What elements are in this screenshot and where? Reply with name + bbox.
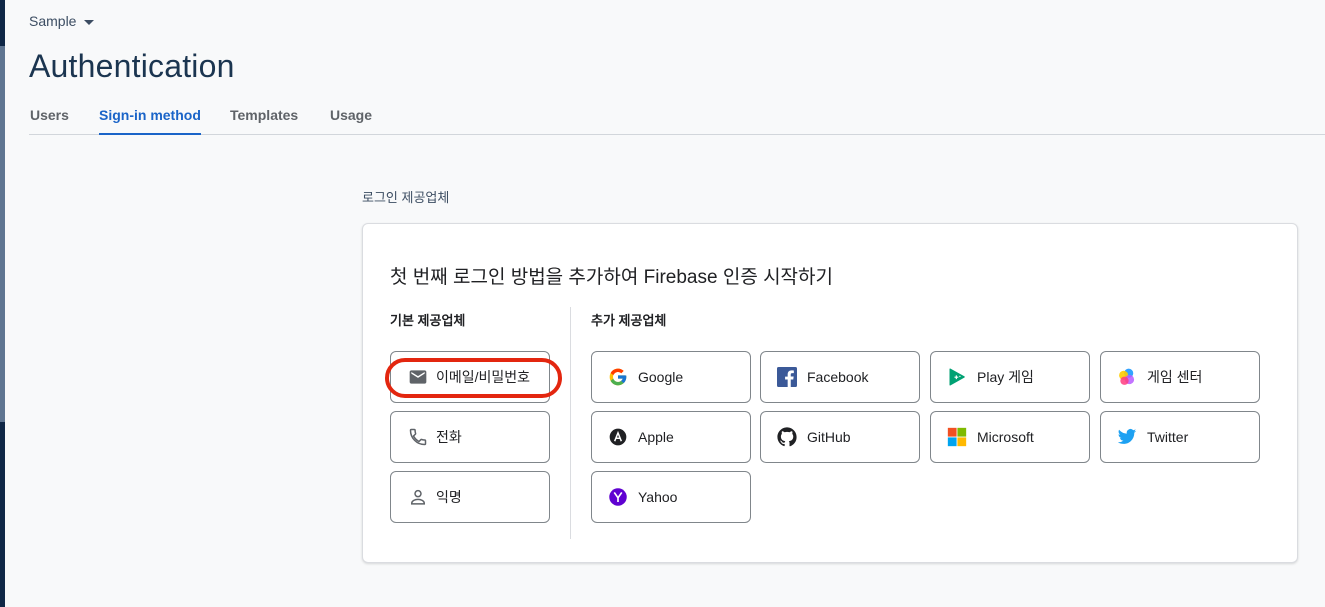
provider-facebook-button[interactable]: Facebook bbox=[760, 351, 920, 403]
yahoo-icon bbox=[608, 487, 628, 507]
provider-github-button[interactable]: GitHub bbox=[760, 411, 920, 463]
tab-sign-in-method[interactable]: Sign-in method bbox=[99, 107, 201, 135]
project-selector[interactable]: Sample bbox=[29, 13, 95, 29]
project-name: Sample bbox=[29, 13, 77, 29]
provider-phone-button[interactable]: 전화 bbox=[390, 411, 550, 463]
provider-label: Play 게임 bbox=[977, 369, 1034, 385]
microsoft-icon bbox=[947, 427, 967, 447]
google-icon bbox=[608, 367, 628, 387]
provider-label: 익명 bbox=[436, 489, 462, 505]
column-divider bbox=[570, 307, 571, 539]
mail-icon bbox=[408, 367, 428, 387]
caret-down-icon bbox=[84, 19, 95, 25]
providers-card: 첫 번째 로그인 방법을 추가하여 Firebase 인증 시작하기 기본 제공… bbox=[362, 223, 1298, 563]
tab-usage[interactable]: Usage bbox=[330, 107, 372, 135]
provider-google-button[interactable]: Google bbox=[591, 351, 751, 403]
provider-anonymous-button[interactable]: 익명 bbox=[390, 471, 550, 523]
game-center-icon bbox=[1117, 367, 1137, 387]
provider-twitter-button[interactable]: Twitter bbox=[1100, 411, 1260, 463]
provider-label: GitHub bbox=[807, 429, 851, 445]
provider-email-password-button[interactable]: 이메일/비밀번호 bbox=[390, 351, 550, 403]
tab-users[interactable]: Users bbox=[30, 107, 69, 135]
provider-label: Facebook bbox=[807, 369, 869, 385]
page-title: Authentication bbox=[29, 48, 235, 84]
apple-icon bbox=[608, 427, 628, 447]
card-title: 첫 번째 로그인 방법을 추가하여 Firebase 인증 시작하기 bbox=[390, 267, 833, 288]
twitter-icon bbox=[1117, 427, 1137, 447]
window-edge-highlight bbox=[0, 46, 5, 422]
tab-bar: Users Sign-in method Templates Usage bbox=[29, 100, 1325, 135]
person-icon bbox=[408, 487, 428, 507]
provider-label: Twitter bbox=[1147, 429, 1189, 445]
play-games-icon bbox=[947, 367, 967, 387]
tab-templates[interactable]: Templates bbox=[230, 107, 298, 135]
github-icon bbox=[777, 427, 797, 447]
provider-yahoo-button[interactable]: Yahoo bbox=[591, 471, 751, 523]
provider-microsoft-button[interactable]: Microsoft bbox=[930, 411, 1090, 463]
provider-label: Google bbox=[638, 369, 684, 385]
provider-apple-button[interactable]: Apple bbox=[591, 411, 751, 463]
section-label: 로그인 제공업체 bbox=[362, 190, 450, 205]
provider-label: Yahoo bbox=[638, 489, 678, 505]
phone-icon bbox=[408, 427, 428, 447]
provider-label: 이메일/비밀번호 bbox=[436, 369, 531, 385]
provider-label: 게임 센터 bbox=[1147, 369, 1203, 385]
facebook-icon bbox=[777, 367, 797, 387]
window-edge bbox=[0, 0, 5, 607]
extra-providers-title: 추가 제공업체 bbox=[591, 313, 667, 328]
provider-play-games-button[interactable]: Play 게임 bbox=[930, 351, 1090, 403]
provider-label: Microsoft bbox=[977, 429, 1034, 445]
basic-providers-title: 기본 제공업체 bbox=[390, 313, 466, 328]
provider-label: Apple bbox=[638, 429, 674, 445]
provider-label: 전화 bbox=[436, 429, 462, 445]
provider-game-center-button[interactable]: 게임 센터 bbox=[1100, 351, 1260, 403]
